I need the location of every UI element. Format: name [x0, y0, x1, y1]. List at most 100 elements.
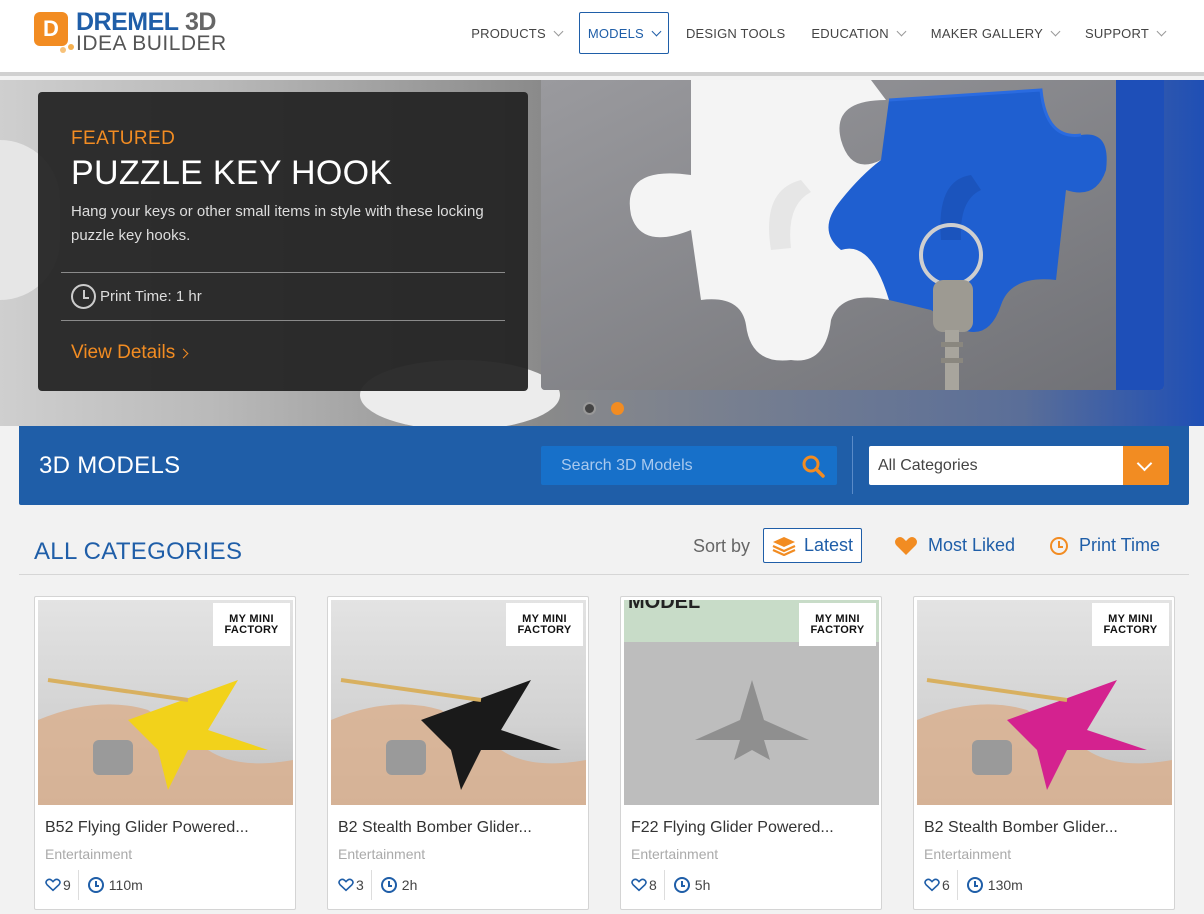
sort-latest-label: Latest — [804, 535, 854, 555]
print-time: 5h — [694, 877, 711, 893]
sort-label: Sort by — [693, 536, 751, 556]
sort-latest-button[interactable]: Latest — [763, 528, 863, 563]
clock-icon — [380, 877, 397, 893]
like-count: 3 — [356, 877, 364, 893]
models-title: 3D MODELS — [39, 452, 181, 479]
category-dropdown-button[interactable] — [1123, 446, 1169, 485]
nav-models[interactable]: MODELS — [578, 12, 669, 54]
my-mini-factory-badge: MY MINI FACTORY — [506, 603, 583, 646]
search-input[interactable]: Search 3D Models — [541, 446, 837, 485]
divider — [61, 272, 505, 273]
clock-icon — [1050, 536, 1068, 555]
nav-support[interactable]: SUPPORT — [1076, 12, 1174, 54]
model-category: Entertainment — [45, 846, 133, 862]
featured-label: FEATURED — [71, 128, 176, 149]
like-count: 9 — [63, 877, 71, 893]
model-thumbnail[interactable]: MY MINI FACTORY — [38, 600, 293, 805]
featured-title: PUZZLE KEY HOOK — [71, 154, 393, 192]
model-title[interactable]: B52 Flying Glider Powered... — [45, 819, 249, 837]
heart-outline-icon[interactable] — [924, 878, 940, 892]
model-title[interactable]: B2 Stealth Bomber Glider... — [924, 819, 1118, 837]
model-stats: 6 130m — [924, 870, 1023, 900]
category-heading: ALL CATEGORIES — [34, 538, 243, 565]
model-thumbnail[interactable]: MY MINI FACTORY — [917, 600, 1172, 805]
nav-design-tools[interactable]: DESIGN TOOLS — [677, 12, 794, 54]
model-title[interactable]: F22 Flying Glider Powered... — [631, 819, 834, 837]
carousel-dot-1[interactable] — [583, 402, 596, 415]
wristwatch — [93, 740, 133, 775]
view-details-link[interactable]: View Details — [71, 342, 189, 364]
featured-print-time: Print Time: 1 hr — [71, 284, 202, 309]
model-card[interactable]: MY MINI FACTORY B2 Stealth Bomber Glider.… — [913, 596, 1175, 910]
model-category: Entertainment — [924, 846, 1012, 862]
category-select[interactable]: All Categories — [869, 446, 1169, 485]
nav-label: DESIGN TOOLS — [685, 25, 786, 41]
my-mini-factory-badge: MY MINI FACTORY — [1092, 603, 1169, 646]
heart-outline-icon[interactable] — [45, 878, 61, 892]
badge-line: FACTORY — [517, 624, 572, 636]
chevron-down-icon — [1050, 26, 1061, 36]
chevron-down-icon — [1136, 455, 1153, 472]
carousel-dots — [583, 402, 639, 415]
model-thumbnail[interactable]: MODEL MY MINI FACTORY — [624, 600, 879, 805]
divider — [956, 870, 958, 900]
model-title[interactable]: B2 Stealth Bomber Glider... — [338, 819, 532, 837]
nav-products[interactable]: PRODUCTS — [462, 12, 571, 54]
nav-label: PRODUCTS — [471, 25, 546, 41]
my-mini-factory-badge: MY MINI FACTORY — [799, 603, 876, 646]
carousel-dot-2[interactable] — [611, 402, 624, 415]
main-nav: PRODUCTS MODELS DESIGN TOOLS EDUCATION M… — [462, 12, 1174, 54]
model-stats: 3 2h — [338, 870, 418, 900]
print-time: 110m — [108, 877, 143, 893]
sort-most-liked-label: Most Liked — [928, 535, 1016, 555]
chevron-down-icon — [651, 26, 662, 36]
nav-maker-gallery[interactable]: MAKER GALLERY — [922, 12, 1068, 54]
view-details-label: View Details — [71, 342, 176, 363]
sort-most-liked-button[interactable]: Most Liked — [894, 528, 1015, 563]
model-stats: 9 110m — [45, 870, 143, 900]
clock-icon — [966, 877, 983, 893]
my-mini-factory-badge: MY MINI FACTORY — [213, 603, 290, 646]
badge-line: FACTORY — [810, 624, 865, 636]
logo-subtitle: IDEA BUILDER — [76, 32, 227, 55]
heart-outline-icon[interactable] — [338, 878, 354, 892]
badge-line: FACTORY — [1103, 624, 1158, 636]
divider — [852, 436, 853, 494]
model-category: Entertainment — [338, 846, 426, 862]
print-time: 130m — [987, 877, 1023, 893]
logo-dots — [60, 38, 74, 53]
model-thumbnail[interactable]: MY MINI FACTORY — [331, 600, 586, 805]
divider — [61, 320, 505, 321]
divider — [370, 870, 372, 900]
heart-outline-icon[interactable] — [631, 878, 647, 892]
nav-label: SUPPORT — [1084, 25, 1149, 41]
model-card[interactable]: MODEL MY MINI FACTORY F22 Flying Glider P… — [620, 596, 882, 910]
model-card[interactable]: MY MINI FACTORY B2 Stealth Bomber Glider.… — [327, 596, 589, 910]
like-count: 8 — [649, 877, 657, 893]
nav-label: MAKER GALLERY — [930, 25, 1043, 41]
chevron-down-icon — [896, 26, 907, 36]
nav-education[interactable]: EDUCATION — [802, 12, 913, 54]
like-count: 6 — [942, 877, 950, 893]
chevron-down-icon — [553, 26, 564, 36]
wristwatch — [972, 740, 1012, 775]
poster-text: MODEL — [628, 600, 700, 613]
models-toolbar: 3D MODELS Search 3D Models All Categorie… — [19, 426, 1189, 505]
featured-image[interactable] — [541, 80, 1164, 390]
rubber-band — [340, 678, 482, 702]
rubber-band — [926, 678, 1068, 702]
search-icon[interactable] — [801, 454, 825, 478]
badge-line: FACTORY — [224, 624, 279, 636]
dremel-logo[interactable]: D DREMEL 3D IDEA BUILDER — [34, 8, 244, 55]
rubber-band — [47, 678, 189, 702]
search-placeholder: Search 3D Models — [561, 457, 693, 474]
divider — [77, 870, 79, 900]
model-stats: 8 5h — [631, 870, 711, 900]
heart-icon — [895, 536, 917, 555]
divider — [19, 574, 1189, 575]
sort-print-time-button[interactable]: Print Time — [1050, 528, 1160, 563]
hero-carousel: FEATURED PUZZLE KEY HOOK Hang your keys … — [0, 80, 1204, 430]
model-card[interactable]: MY MINI FACTORY B52 Flying Glider Powered… — [34, 596, 296, 910]
print-time: 2h — [401, 877, 418, 893]
nav-label: EDUCATION — [811, 25, 889, 41]
